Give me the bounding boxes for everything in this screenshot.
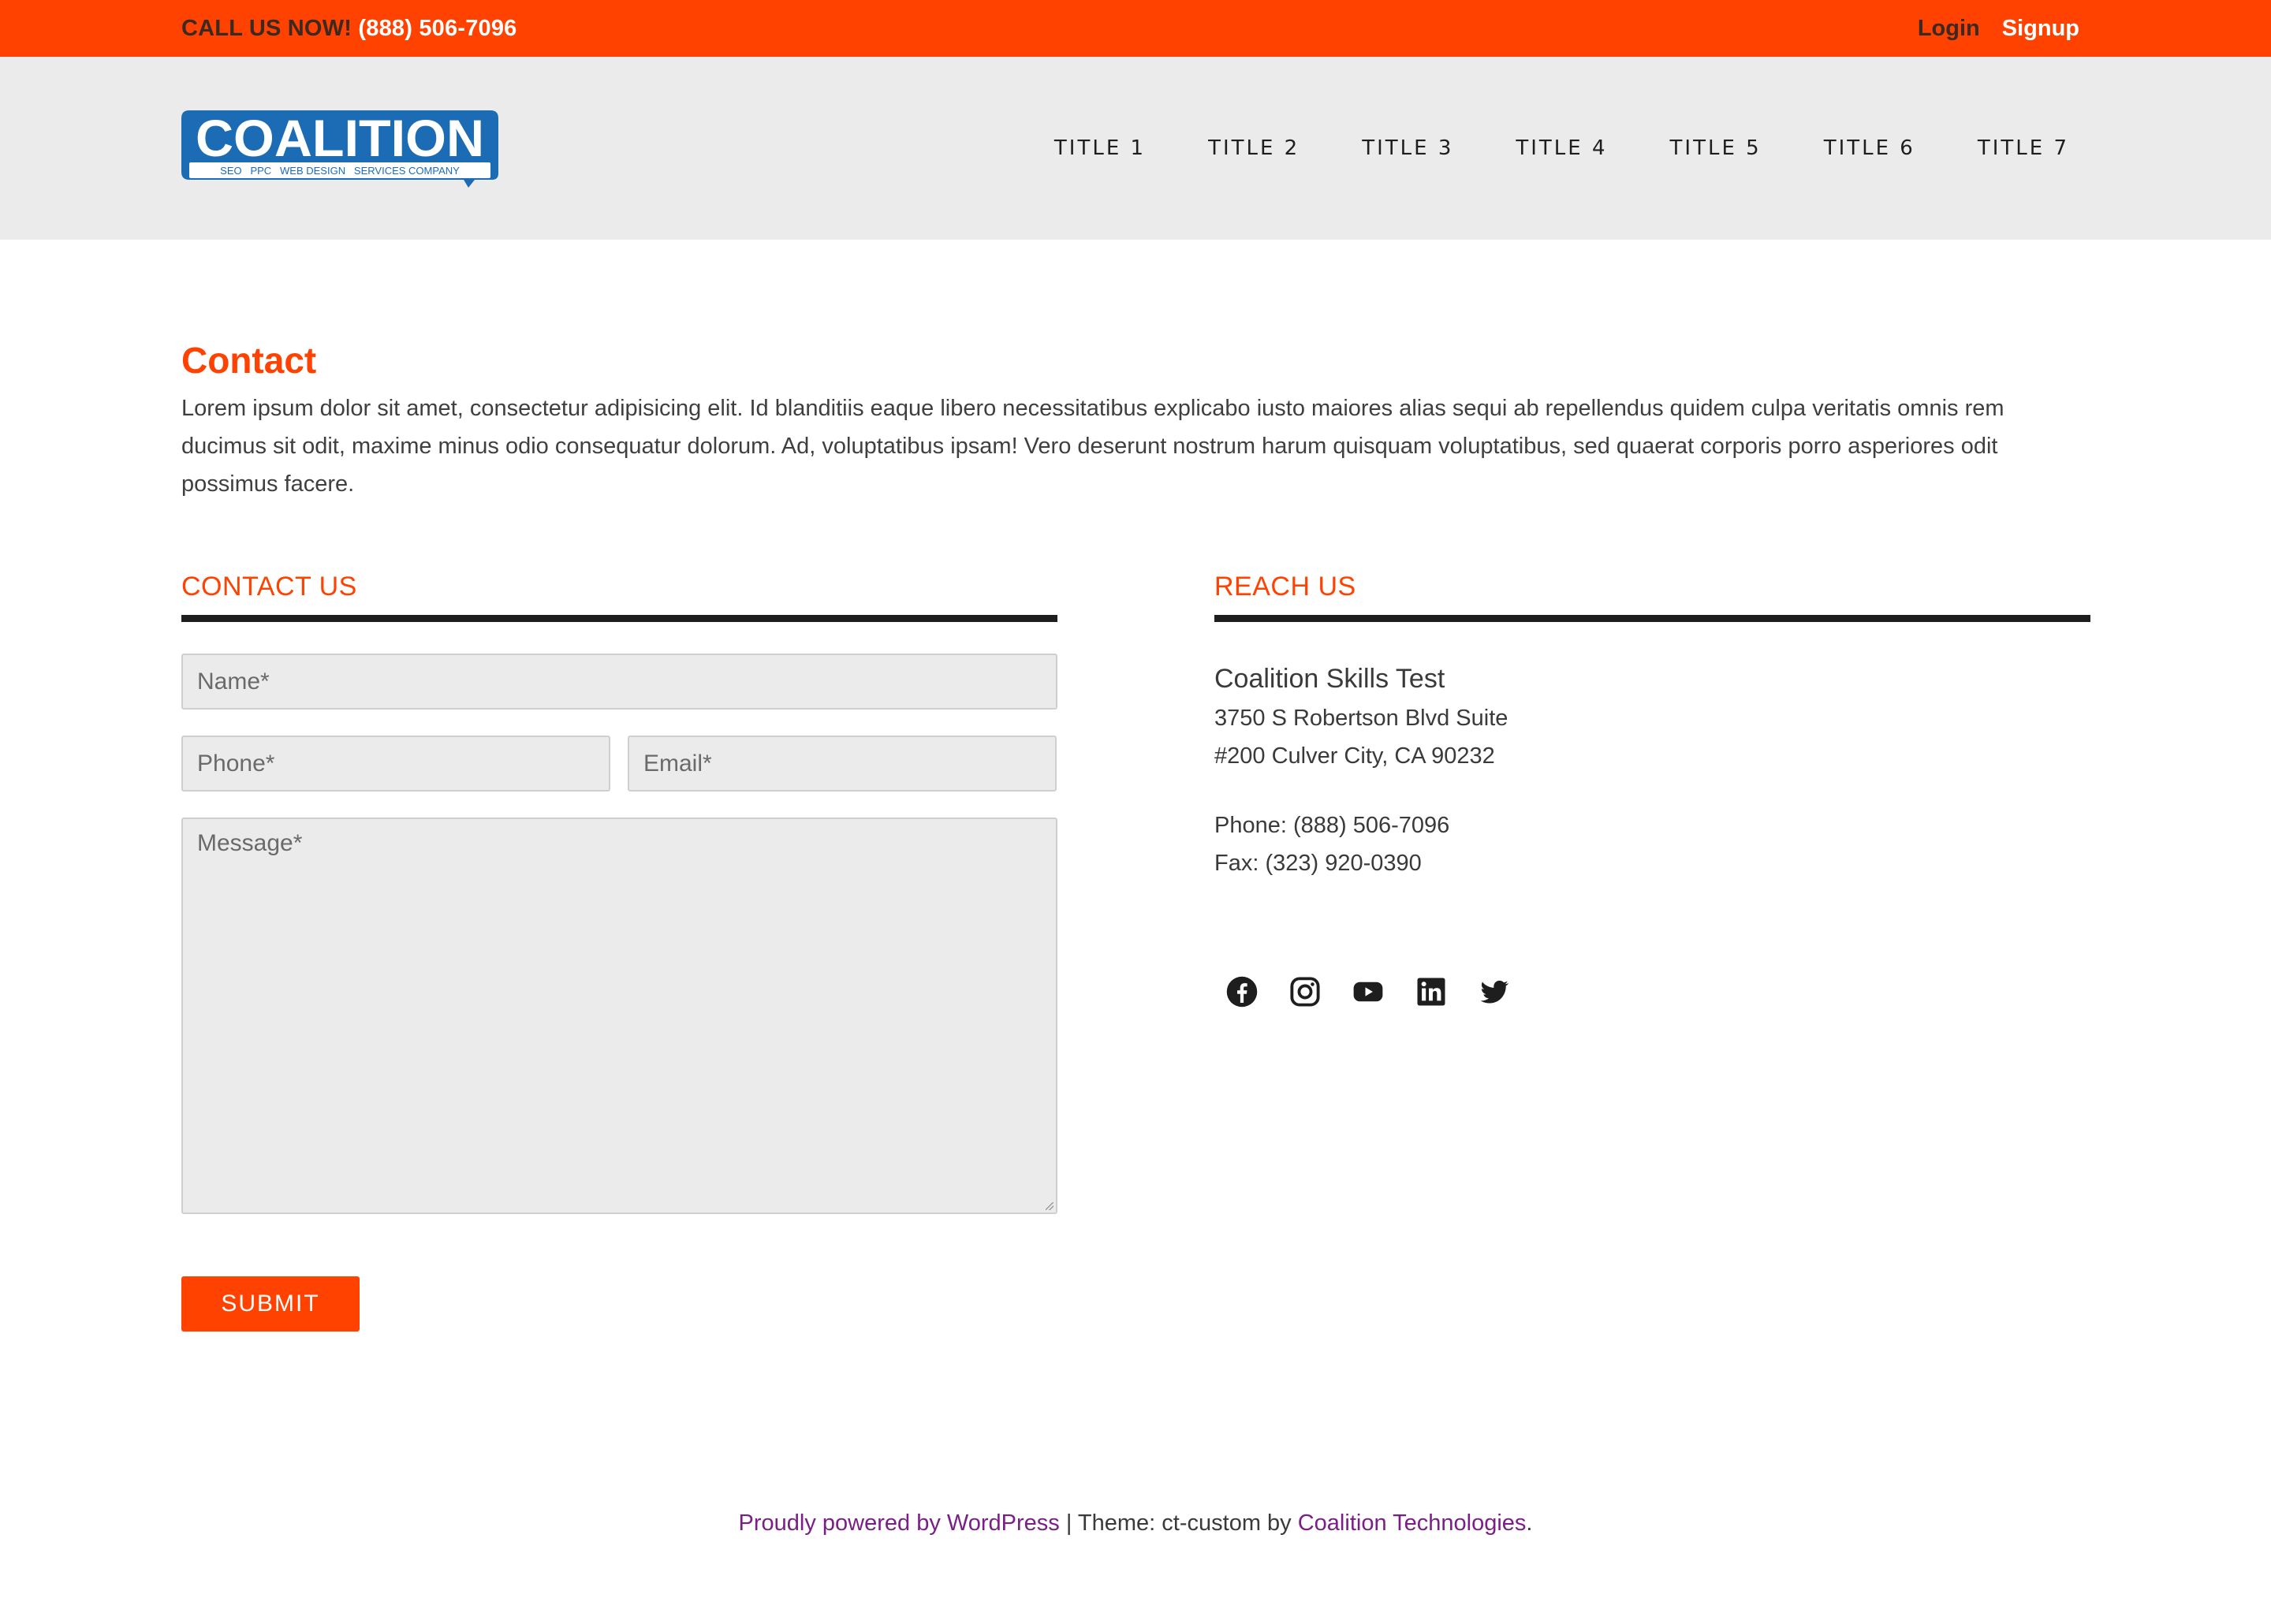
- top-bar: CALL US NOW! (888) 506-7096 Login Signup: [0, 0, 2271, 57]
- footer-theme-text: | Theme: ct-custom by: [1059, 1510, 1298, 1536]
- coalition-technologies-link[interactable]: Coalition Technologies: [1298, 1510, 1527, 1536]
- name-placeholder: Name*: [197, 668, 270, 695]
- nav-title-2[interactable]: TITLE 2: [1208, 136, 1300, 160]
- linkedin-icon[interactable]: [1415, 975, 1448, 1008]
- nav-title-6[interactable]: TITLE 6: [1824, 136, 1915, 160]
- address-line-2: #200 Culver City, CA 90232: [1214, 743, 1495, 769]
- site-footer: Proudly powered by WordPress | Theme: ct…: [0, 1510, 2271, 1536]
- call-label: CALL US NOW!: [181, 15, 352, 41]
- site-header: COALITION SEO PPC WEB DESIGN SERVICES CO…: [0, 57, 2271, 240]
- reach-us-heading: REACH US: [1214, 571, 2090, 622]
- logo-tagline: SEO PPC WEB DESIGN SERVICES COMPANY: [220, 165, 460, 177]
- address-line-1: 3750 S Robertson Blvd Suite: [1214, 706, 1508, 731]
- main-content: Contact Lorem ipsum dolor sit amet, cons…: [0, 240, 2271, 1332]
- resize-handle[interactable]: [1046, 1202, 1053, 1210]
- email-placeholder: Email*: [643, 750, 712, 777]
- message-placeholder: Message*: [197, 830, 303, 856]
- reach-us-section: REACH US Coalition Skills Test 3750 S Ro…: [1214, 571, 2090, 1332]
- phone-input[interactable]: Phone*: [181, 736, 610, 792]
- message-textarea[interactable]: Message*: [181, 818, 1057, 1214]
- login-link[interactable]: Login: [1918, 16, 1980, 42]
- twitter-icon[interactable]: [1478, 975, 1511, 1008]
- wordpress-link[interactable]: Proudly powered by WordPress: [739, 1510, 1060, 1536]
- page-title: Contact: [181, 340, 317, 381]
- signup-link[interactable]: Signup: [2002, 16, 2079, 42]
- nav-title-4[interactable]: TITLE 4: [1516, 136, 1607, 160]
- nav-title-5[interactable]: TITLE 5: [1670, 136, 1762, 160]
- coalition-logo[interactable]: COALITION SEO PPC WEB DESIGN SERVICES CO…: [181, 110, 498, 188]
- phone-placeholder: Phone*: [197, 750, 275, 777]
- reach-details: Coalition Skills Test 3750 S Robertson B…: [1214, 658, 2090, 882]
- email-input[interactable]: Email*: [628, 736, 1057, 792]
- submit-button[interactable]: SUBMIT: [181, 1276, 360, 1332]
- main-nav: TITLE 1 TITLE 2 TITLE 3 TITLE 4 TITLE 5 …: [1054, 136, 2069, 160]
- contact-form-section: CONTACT US Name* Phone* Email* Message* …: [181, 571, 1057, 1332]
- logo-text: COALITION: [196, 110, 484, 167]
- instagram-icon[interactable]: [1288, 975, 1322, 1008]
- name-input[interactable]: Name*: [181, 654, 1057, 710]
- nav-title-1[interactable]: TITLE 1: [1054, 136, 1146, 160]
- intro-text: Lorem ipsum dolor sit amet, consectetur …: [181, 396, 2004, 497]
- call-phone[interactable]: (888) 506-7096: [358, 16, 516, 41]
- nav-title-3[interactable]: TITLE 3: [1362, 136, 1453, 160]
- contact-us-heading: CONTACT US: [181, 571, 1057, 622]
- social-links: [1225, 975, 2090, 1008]
- nav-title-7[interactable]: TITLE 7: [1978, 136, 2069, 160]
- facebook-icon[interactable]: [1225, 975, 1259, 1008]
- footer-end: .: [1526, 1510, 1533, 1536]
- fax-text: Fax: (323) 920-0390: [1214, 851, 1422, 876]
- auth-links: Login Signup: [1918, 16, 2079, 42]
- youtube-icon[interactable]: [1352, 975, 1385, 1008]
- call-us: CALL US NOW! (888) 506-7096: [181, 16, 517, 42]
- org-name: Coalition Skills Test: [1214, 664, 1445, 694]
- phone-text: Phone: (888) 506-7096: [1214, 813, 1450, 838]
